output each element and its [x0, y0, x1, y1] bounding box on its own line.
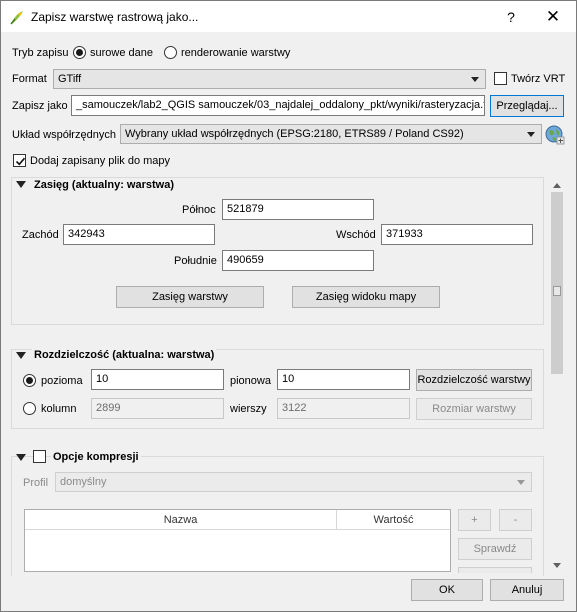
profile-value: domyślny	[60, 476, 107, 488]
columns-field[interactable]: 2899	[91, 398, 224, 419]
title-bar: Zapisz warstwę rastrową jako... ? ✕	[1, 1, 576, 32]
vertical-scrollbar[interactable]	[550, 180, 564, 572]
crs-select[interactable]: Wybrany układ współrzędnych (EPSG:2180, …	[120, 124, 542, 144]
remove-option-button[interactable]: -	[499, 509, 532, 531]
chevron-down-icon	[517, 480, 525, 485]
east-field[interactable]: 371933	[381, 224, 533, 245]
raw-data-label: surowe dane	[90, 47, 153, 59]
ok-button[interactable]: OK	[411, 579, 483, 601]
cancel-button[interactable]: Anuluj	[490, 579, 564, 601]
vertical-label: pionowa	[230, 375, 271, 387]
close-button[interactable]: ✕	[541, 7, 565, 27]
collapse-triangle-icon[interactable]	[16, 454, 26, 461]
crs-label: Układ współrzędnych	[12, 129, 116, 141]
profile-select[interactable]: domyślny	[55, 472, 532, 492]
format-select[interactable]: GTiff	[53, 69, 486, 89]
crs-value: Wybrany układ współrzędnych (EPSG:2180, …	[125, 128, 464, 140]
globe-crs-icon[interactable]	[544, 124, 565, 145]
save-raster-dialog: Zapisz warstwę rastrową jako... ? ✕ Tryb…	[0, 0, 577, 612]
col-header-name[interactable]: Nazwa	[25, 510, 337, 530]
grip-icon	[553, 286, 561, 296]
format-value: GTiff	[58, 73, 82, 85]
scroll-up-icon[interactable]	[553, 182, 561, 188]
columns-label: kolumn	[41, 403, 77, 415]
resolution-radio[interactable]	[23, 374, 36, 387]
rows-label: wierszy	[230, 403, 267, 415]
add-to-map-checkbox[interactable]	[13, 154, 26, 167]
east-label: Wschód	[336, 229, 376, 241]
layer-size-button[interactable]: Rozmiar warstwy	[416, 398, 532, 420]
options-table[interactable]: Nazwa Wartość	[24, 509, 451, 572]
collapse-triangle-icon[interactable]	[16, 181, 26, 188]
rendered-layer-label: renderowanie warstwy	[181, 47, 291, 59]
create-vrt-checkbox[interactable]	[494, 72, 507, 85]
compression-checkbox[interactable]	[33, 450, 46, 463]
create-vrt-label: Twórz VRT	[511, 73, 566, 85]
output-path-field[interactable]: _samouczek/lab2_QGIS samouczek/03_najdal…	[71, 95, 485, 116]
vertical-res-field[interactable]: 10	[277, 369, 410, 390]
south-label: Południe	[174, 255, 217, 267]
compression-title: Opcje kompresji	[51, 450, 141, 464]
chevron-down-icon	[471, 77, 479, 82]
size-radio[interactable]	[23, 402, 36, 415]
scrollbar-thumb[interactable]	[551, 192, 563, 374]
validate-button[interactable]: Sprawdź	[458, 538, 532, 560]
window-title: Zapisz warstwę rastrową jako...	[31, 10, 199, 24]
hidden-button-edge	[458, 567, 532, 573]
rows-field[interactable]: 3122	[277, 398, 410, 419]
west-label: Zachód	[22, 229, 59, 241]
north-label: Północ	[182, 204, 216, 216]
resolution-title: Rozdzielczość (aktualna: warstwa)	[32, 348, 217, 362]
west-field[interactable]: 342943	[63, 224, 215, 245]
browse-button[interactable]: Przeglądaj...	[490, 95, 564, 117]
scroll-down-icon[interactable]	[553, 563, 561, 569]
add-to-map-label: Dodaj zapisany plik do mapy	[30, 155, 171, 167]
chevron-down-icon	[527, 132, 535, 137]
raw-data-radio[interactable]	[73, 46, 86, 59]
add-option-button[interactable]: +	[458, 509, 491, 531]
profile-label: Profil	[23, 477, 49, 489]
map-view-extent-button[interactable]: Zasięg widoku mapy	[292, 286, 440, 308]
format-label: Format	[12, 73, 47, 85]
collapse-triangle-icon[interactable]	[16, 352, 26, 359]
rendered-layer-radio[interactable]	[164, 46, 177, 59]
north-field[interactable]: 521879	[222, 199, 374, 220]
save-mode-label: Tryb zapisu	[12, 47, 69, 59]
layer-extent-button[interactable]: Zasięg warstwy	[116, 286, 264, 308]
save-as-label: Zapisz jako	[12, 100, 68, 112]
qgis-app-icon	[10, 11, 23, 25]
horizontal-res-field[interactable]: 10	[91, 369, 224, 390]
layer-resolution-button[interactable]: Rozdzielczość warstwy	[416, 369, 532, 391]
extent-title: Zasięg (aktualny: warstwa)	[32, 178, 176, 192]
checkmark-icon	[15, 157, 26, 166]
col-header-value[interactable]: Wartość	[337, 510, 450, 530]
south-field[interactable]: 490659	[222, 250, 374, 271]
horizontal-label: pozioma	[41, 375, 83, 387]
help-button[interactable]: ?	[499, 7, 523, 27]
